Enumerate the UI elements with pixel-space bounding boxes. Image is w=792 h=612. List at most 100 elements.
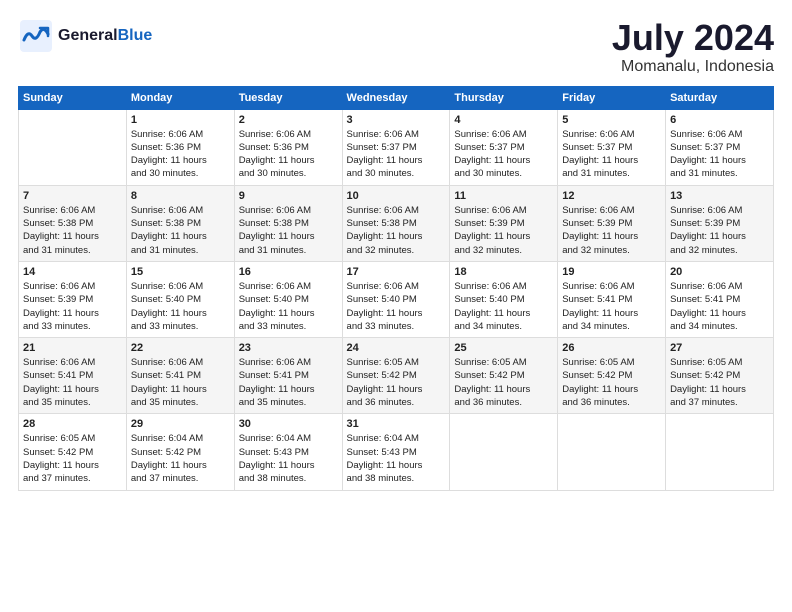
cell-line: Sunset: 5:42 PM (23, 447, 93, 458)
cell-content: Sunrise: 6:04 AMSunset: 5:42 PMDaylight:… (131, 432, 230, 485)
cell-line: Sunrise: 6:06 AM (347, 281, 419, 292)
cell-line: and 31 minutes. (239, 245, 307, 256)
cell-line: Daylight: 11 hours (562, 308, 638, 319)
cell-line: and 30 minutes. (347, 168, 415, 179)
calendar-cell: 7 Sunrise: 6:06 AM Sunset: 5:38 PM Daylight… (19, 185, 127, 261)
cell-line: Sunrise: 6:05 AM (23, 433, 95, 444)
cell-line: Daylight: 11 hours (23, 460, 99, 471)
day-number: 7 (23, 190, 122, 202)
calendar-cell: 4 Sunrise: 6:06 AMSunset: 5:37 PMDaylight… (450, 109, 558, 185)
cell-line: Daylight: 11 hours (239, 231, 315, 242)
cell-content: Sunrise: 6:06 AMSunset: 5:41 PMDaylight:… (670, 280, 769, 333)
cell-line: Sunrise: 6:06 AM (131, 357, 203, 368)
cell-line: Sunrise: 6:05 AM (562, 357, 634, 368)
cell-content: Sunrise: 6:06 AMSunset: 5:40 PMDaylight:… (131, 280, 230, 333)
cell-line: Daylight: 11 hours (23, 231, 99, 242)
calendar-cell: 1Sunrise: 6:06 AMSunset: 5:36 PMDaylight… (126, 109, 234, 185)
cell-line: Sunrise: 6:06 AM (454, 129, 526, 140)
cell-line: Sunrise: 6:06 AM (23, 205, 95, 216)
day-number: 5 (562, 114, 661, 126)
cell-line: and 34 minutes. (562, 321, 630, 332)
cell-line: and 30 minutes. (239, 168, 307, 179)
cell-content: Sunrise: 6:06 AM Sunset: 5:38 PM Daylight:… (23, 204, 122, 257)
calendar-cell: 12Sunrise: 6:06 AMSunset: 5:39 PMDayligh… (558, 185, 666, 261)
cell-content: Sunrise: 6:05 AMSunset: 5:42 PMDaylight:… (454, 356, 553, 409)
cell-line: Sunrise: 6:05 AM (347, 357, 419, 368)
day-number: 4 (454, 114, 553, 126)
cell-line: Sunset: 5:42 PM (670, 370, 740, 381)
cell-line: Daylight: 11 hours (670, 384, 746, 395)
cell-content: Sunrise: 6:06 AMSunset: 5:37 PMDaylight:… (454, 128, 553, 181)
calendar-cell (666, 414, 774, 490)
cell-line: Sunrise: 6:06 AM (670, 129, 742, 140)
cell-line: Sunset: 5:36 PM (239, 142, 309, 153)
cell-line: Daylight: 11 hours (239, 155, 315, 166)
cell-line: Daylight: 11 hours (239, 460, 315, 471)
week-row-3: 21Sunrise: 6:06 AMSunset: 5:41 PMDayligh… (19, 338, 774, 414)
calendar-cell: 23Sunrise: 6:06 AMSunset: 5:41 PMDayligh… (234, 338, 342, 414)
logo: GeneralBlue (18, 18, 152, 54)
cell-line: Sunset: 5:36 PM (131, 142, 201, 153)
cell-content: Sunrise: 6:06 AMSunset: 5:40 PMDaylight:… (239, 280, 338, 333)
cell-line: Daylight: 11 hours (347, 155, 423, 166)
cell-line: Sunset: 5:41 PM (239, 370, 309, 381)
cell-line: Sunset: 5:39 PM (454, 218, 524, 229)
cell-content: Sunrise: 6:06 AMSunset: 5:37 PMDaylight:… (347, 128, 446, 181)
cell-line: Daylight: 11 hours (239, 308, 315, 319)
cell-line: Sunset: 5:39 PM (670, 218, 740, 229)
calendar-cell: 17Sunrise: 6:06 AMSunset: 5:40 PMDayligh… (342, 261, 450, 337)
day-header-wednesday: Wednesday (342, 86, 450, 109)
cell-line: Sunrise: 6:06 AM (670, 205, 742, 216)
cell-line: Sunset: 5:40 PM (131, 294, 201, 305)
day-number: 22 (131, 342, 230, 354)
title-block: July 2024 Momanalu, Indonesia (612, 18, 774, 76)
cell-line: and 32 minutes. (347, 245, 415, 256)
cell-line: and 35 minutes. (239, 397, 307, 408)
cell-content: Sunrise: 6:06 AMSunset: 5:41 PMDaylight:… (239, 356, 338, 409)
cell-line: Daylight: 11 hours (347, 231, 423, 242)
header: GeneralBlue July 2024 Momanalu, Indonesi… (18, 18, 774, 76)
calendar-cell (450, 414, 558, 490)
cell-line: Sunrise: 6:04 AM (131, 433, 203, 444)
calendar-cell: 9Sunrise: 6:06 AMSunset: 5:38 PMDaylight… (234, 185, 342, 261)
cell-line: Daylight: 11 hours (670, 231, 746, 242)
cell-line: Daylight: 11 hours (454, 155, 530, 166)
day-number: 30 (239, 418, 338, 430)
cell-line: and 37 minutes. (23, 473, 91, 484)
cell-line: Daylight: 11 hours (239, 384, 315, 395)
cell-line: and 35 minutes. (23, 397, 91, 408)
calendar-cell: 19Sunrise: 6:06 AMSunset: 5:41 PMDayligh… (558, 261, 666, 337)
cell-line: and 30 minutes. (454, 168, 522, 179)
cell-line: Daylight: 11 hours (131, 308, 207, 319)
cell-content: Sunrise: 6:04 AMSunset: 5:43 PMDaylight:… (347, 432, 446, 485)
cell-line: Sunrise: 6:06 AM (23, 357, 95, 368)
cell-line: Sunset: 5:40 PM (239, 294, 309, 305)
cell-line: Sunset: 5:39 PM (23, 294, 93, 305)
cell-line: Sunset: 5:42 PM (454, 370, 524, 381)
cell-line: Daylight: 11 hours (670, 155, 746, 166)
calendar-cell: 18Sunrise: 6:06 AMSunset: 5:40 PMDayligh… (450, 261, 558, 337)
calendar-cell: 25Sunrise: 6:05 AMSunset: 5:42 PMDayligh… (450, 338, 558, 414)
cell-line: Sunset: 5:43 PM (347, 447, 417, 458)
day-number: 24 (347, 342, 446, 354)
day-number: 26 (562, 342, 661, 354)
day-header-saturday: Saturday (666, 86, 774, 109)
cell-line: and 38 minutes. (347, 473, 415, 484)
cell-line: Sunrise: 6:06 AM (454, 281, 526, 292)
cell-line: Daylight: 11 hours (131, 460, 207, 471)
cell-line: Daylight: 11 hours (670, 308, 746, 319)
cell-line: Sunrise: 6:06 AM (239, 129, 311, 140)
cell-line: Sunrise: 6:06 AM (131, 205, 203, 216)
cell-line: Sunset: 5:37 PM (347, 142, 417, 153)
calendar-cell: 21Sunrise: 6:06 AMSunset: 5:41 PMDayligh… (19, 338, 127, 414)
calendar-cell: 3Sunrise: 6:06 AMSunset: 5:37 PMDaylight… (342, 109, 450, 185)
calendar-header: SundayMondayTuesdayWednesdayThursdayFrid… (19, 86, 774, 109)
cell-line: Sunset: 5:38 PM (23, 218, 93, 229)
calendar-cell: 2Sunrise: 6:06 AMSunset: 5:36 PMDaylight… (234, 109, 342, 185)
main-title: July 2024 (612, 18, 774, 58)
cell-line: Daylight: 11 hours (454, 308, 530, 319)
cell-line: and 31 minutes. (131, 245, 199, 256)
day-number: 31 (347, 418, 446, 430)
cell-line: and 35 minutes. (131, 397, 199, 408)
calendar-cell: 29Sunrise: 6:04 AMSunset: 5:42 PMDayligh… (126, 414, 234, 490)
